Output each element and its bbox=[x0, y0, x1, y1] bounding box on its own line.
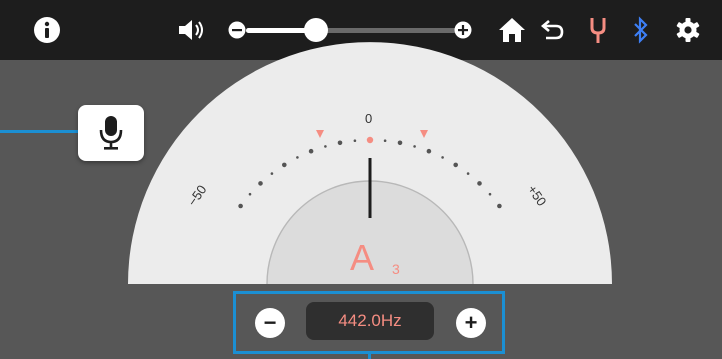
gauge-label-zero: 0 bbox=[365, 111, 373, 126]
gauge-tick bbox=[453, 162, 459, 168]
gauge-tick bbox=[426, 148, 432, 154]
gauge-tick bbox=[488, 192, 492, 196]
frequency-minus-button[interactable]: − bbox=[255, 308, 285, 338]
frequency-plus-button[interactable]: + bbox=[456, 308, 486, 338]
note-octave: 3 bbox=[392, 261, 400, 277]
gauge-tick bbox=[258, 181, 263, 186]
note-name: A bbox=[350, 237, 375, 278]
gauge-tick bbox=[324, 145, 327, 148]
gauge-tick bbox=[270, 172, 274, 175]
gauge-tick bbox=[466, 172, 470, 175]
gauge-tick bbox=[383, 139, 387, 142]
gauge-tick bbox=[308, 148, 314, 154]
gauge-tick bbox=[441, 156, 444, 159]
frequency-display: 442.0Hz bbox=[306, 302, 434, 340]
needle bbox=[368, 158, 372, 218]
frequency-callout-line bbox=[368, 353, 371, 359]
gauge-tick bbox=[477, 181, 482, 186]
gauge-tick bbox=[337, 140, 343, 146]
gauge-tick bbox=[248, 192, 252, 196]
gauge-tick bbox=[238, 203, 243, 209]
gauge-tick bbox=[366, 136, 374, 144]
gauge-tick bbox=[497, 203, 502, 209]
gauge-tick bbox=[353, 139, 357, 142]
gauge-tick bbox=[397, 140, 403, 146]
gauge-tick bbox=[282, 162, 287, 168]
gauge-tick bbox=[413, 145, 416, 148]
gauge-tick bbox=[296, 156, 299, 159]
